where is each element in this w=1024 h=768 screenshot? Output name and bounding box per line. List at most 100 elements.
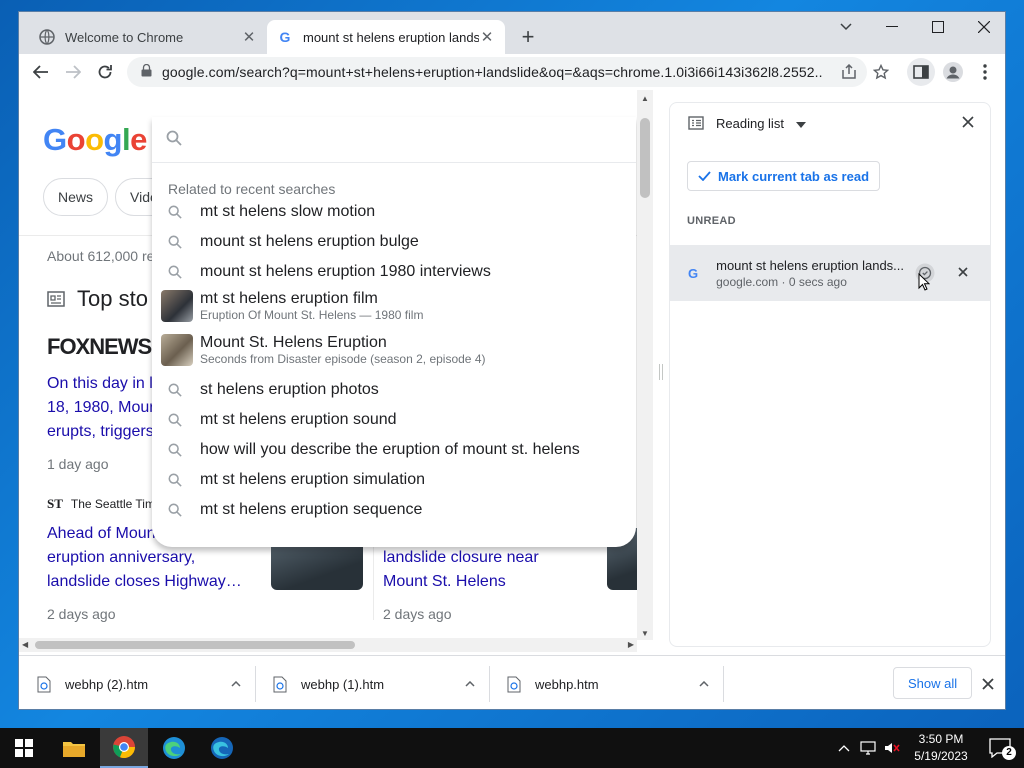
network-icon[interactable] <box>860 741 876 755</box>
download-item[interactable]: webhp (1).htm <box>255 656 489 709</box>
clock[interactable]: 3:50 PM 5/19/2023 <box>910 731 972 765</box>
reading-item-title: mount st helens eruption lands... <box>716 257 905 273</box>
scroll-right-icon[interactable]: ▶ <box>628 640 634 649</box>
story3-time: 2 days ago <box>383 606 452 622</box>
tab-welcome[interactable]: Welcome to Chrome ✕ <box>29 20 267 54</box>
story1-line2[interactable]: 18, 1980, Mour <box>47 396 155 420</box>
search-icon <box>168 413 184 427</box>
film-thumbnail <box>161 290 193 322</box>
suggestion-item[interactable]: st helens eruption photos <box>152 375 636 405</box>
bookmark-star-icon[interactable] <box>867 58 895 86</box>
minimize-button[interactable] <box>869 12 915 42</box>
download-item[interactable]: webhp (2).htm <box>19 656 255 709</box>
file-explorer-icon[interactable] <box>50 728 98 768</box>
close-tab-icon[interactable]: ✕ <box>479 28 495 46</box>
dropdown-caret-icon[interactable] <box>795 116 806 131</box>
story3-line1[interactable]: landslide closure near <box>383 546 539 570</box>
forward-button[interactable] <box>59 58 87 86</box>
story2-line1[interactable]: Ahead of Moun <box>47 522 156 546</box>
volume-muted-icon[interactable] <box>884 741 900 755</box>
scrollbar-thumb[interactable] <box>35 641 355 649</box>
show-all-downloads-button[interactable]: Show all <box>893 667 973 699</box>
file-icon <box>37 676 51 693</box>
suggestion-item[interactable]: mount st helens eruption 1980 interviews <box>152 257 636 287</box>
profile-avatar-icon[interactable] <box>939 58 967 86</box>
menu-dots-icon[interactable] <box>971 58 999 86</box>
suggestion-item[interactable]: how will you describe the eruption of mo… <box>152 435 636 465</box>
new-tab-button[interactable]: + <box>515 25 541 51</box>
horizontal-scrollbar[interactable]: ◀ ▶ <box>19 638 637 652</box>
scroll-down-icon[interactable]: ▼ <box>641 629 649 638</box>
suggestion-text: mt st helens eruption simulation <box>200 471 425 488</box>
start-button[interactable] <box>0 728 48 768</box>
suggestion-item[interactable]: mt st helens eruption sound <box>152 405 636 435</box>
google-logo[interactable]: Google <box>43 122 147 158</box>
suggestion-text: mt st helens eruption sound <box>200 411 397 428</box>
maximize-button[interactable] <box>915 12 961 42</box>
lock-icon <box>141 63 152 80</box>
mouse-cursor-icon <box>918 273 930 291</box>
suggestion-item-episode[interactable]: Mount St. Helens Eruption Seconds from D… <box>152 329 636 371</box>
taskbar: 3:50 PM 5/19/2023 2 <box>0 728 1024 768</box>
back-button[interactable] <box>27 58 55 86</box>
reading-list-item[interactable]: G mount st helens eruption lands... goog… <box>670 245 990 301</box>
close-shelf-icon[interactable] <box>982 678 994 690</box>
search-input[interactable] <box>152 117 636 163</box>
reading-list-title[interactable]: Reading list <box>716 116 784 131</box>
address-bar[interactable]: google.com/search?q=mount+st+helens+erup… <box>127 57 867 87</box>
story1-time: 1 day ago <box>47 456 109 472</box>
download-item[interactable]: webhp.htm <box>489 656 723 709</box>
scrollbar-thumb[interactable] <box>640 118 650 198</box>
chrome-taskbar-icon[interactable] <box>100 728 148 768</box>
chip-news[interactable]: News <box>43 178 109 216</box>
suggestion-item-film[interactable]: mt st helens eruption film Eruption Of M… <box>152 285 636 327</box>
side-panel-icon[interactable] <box>907 58 935 86</box>
suggestion-item[interactable]: mt st helens slow motion <box>152 197 636 227</box>
clock-time: 3:50 PM <box>918 732 964 746</box>
tab-strip: Welcome to Chrome ✕ G mount st helens er… <box>19 12 1005 54</box>
chevron-up-icon[interactable] <box>465 674 475 690</box>
tab-search-chevron-icon[interactable] <box>823 12 869 42</box>
reading-list-header: Reading list <box>670 103 990 143</box>
edge-beta-icon[interactable] <box>198 728 246 768</box>
search-suggestions-dropdown: Related to recent searches mt st helens … <box>152 117 636 547</box>
reload-button[interactable] <box>91 58 119 86</box>
story2-time: 2 days ago <box>47 606 116 622</box>
story2-line3[interactable]: landslide closes Highway… <box>47 570 242 594</box>
suggestion-text: mount st helens eruption 1980 interviews <box>200 263 491 280</box>
google-icon: G <box>279 29 291 45</box>
chevron-up-icon[interactable] <box>699 674 709 690</box>
scroll-left-icon[interactable]: ◀ <box>22 640 28 649</box>
story3-line2[interactable]: Mount St. Helens <box>383 570 506 594</box>
suggestion-text: Mount St. Helens Eruption <box>200 334 387 351</box>
story2-line2[interactable]: eruption anniversary, <box>47 546 195 570</box>
remove-item-icon[interactable] <box>958 267 968 277</box>
publisher-name: The Seattle Tim <box>70 497 155 511</box>
story1-line1[interactable]: On this day in l <box>47 372 153 396</box>
side-panel-resize-handle[interactable] <box>659 364 663 380</box>
clock-date: 5/19/2023 <box>914 749 968 763</box>
suggestion-text: mt st helens eruption film <box>200 290 378 307</box>
vertical-scrollbar[interactable]: ▲ ▼ <box>637 90 653 640</box>
suggestion-item[interactable]: mt st helens eruption simulation <box>152 465 636 495</box>
chevron-up-icon[interactable] <box>838 744 850 752</box>
close-window-button[interactable] <box>961 12 1005 42</box>
suggestion-item[interactable]: mount st helens eruption bulge <box>152 227 636 257</box>
mark-as-read-button[interactable]: Mark current tab as read <box>687 161 881 191</box>
share-icon[interactable] <box>835 58 863 86</box>
list-icon <box>688 116 704 130</box>
toolbar: google.com/search?q=mount+st+helens+erup… <box>19 54 1005 90</box>
story1-line3[interactable]: erupts, triggers <box>47 420 154 444</box>
close-tab-icon[interactable]: ✕ <box>241 28 257 46</box>
edge-icon[interactable] <box>150 728 198 768</box>
tab-search[interactable]: G mount st helens eruption landslide ✕ <box>267 20 505 54</box>
suggestion-item[interactable]: mt st helens eruption sequence <box>152 495 636 525</box>
chevron-up-icon[interactable] <box>231 674 241 690</box>
related-label: Related to recent searches <box>168 181 336 197</box>
episode-thumbnail <box>161 334 193 366</box>
notification-count: 2 <box>1002 746 1016 760</box>
mark-as-read-label: Mark current tab as read <box>718 168 870 184</box>
close-panel-icon[interactable] <box>962 116 974 128</box>
notifications-icon[interactable]: 2 <box>976 728 1024 768</box>
scroll-up-icon[interactable]: ▲ <box>641 94 649 103</box>
